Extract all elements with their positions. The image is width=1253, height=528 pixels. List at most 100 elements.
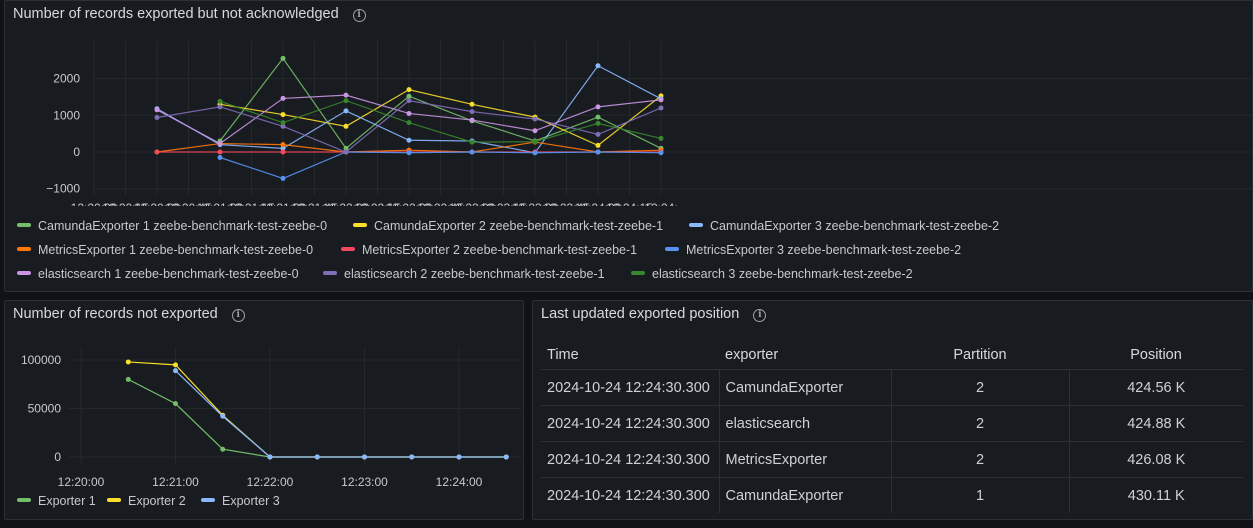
data-point <box>406 87 412 93</box>
legend-swatch <box>17 271 31 275</box>
panel-last-exported-position: Last updated exported position i Time exp… <box>532 300 1253 520</box>
data-point <box>595 63 601 69</box>
data-point <box>532 116 538 122</box>
legend-item[interactable]: MetricsExporter 2 zeebe-benchmark-test-z… <box>341 243 637 257</box>
data-point <box>456 454 462 460</box>
data-point <box>343 98 349 104</box>
legend-item[interactable]: Exporter 3 <box>201 494 280 508</box>
cell-exporter: CamundaExporter <box>718 477 891 513</box>
data-point <box>343 108 349 114</box>
y-tick-label: 1000 <box>53 108 80 122</box>
x-tick-label: 12:24: <box>644 201 677 206</box>
cell-partition: 2 <box>890 405 1069 442</box>
legend-swatch <box>323 271 337 275</box>
data-point <box>595 149 601 155</box>
y-tick-label: −1000 <box>46 182 80 196</box>
records-not-exported-chart: 12:20:00 12:21:00 12:22:00 12:23:00 12:24:00… <box>21 347 521 489</box>
legend-swatch <box>107 498 121 502</box>
legend-item[interactable]: Exporter 1 <box>17 494 96 508</box>
x-tick-label: 12:22:00 <box>247 475 294 489</box>
cell-time: 2024-10-24 12:24:30.300 <box>541 369 719 406</box>
legend-label: elasticsearch 2 zeebe-benchmark-test-zee… <box>344 267 605 281</box>
legend-swatch <box>631 271 645 275</box>
cell-exporter: MetricsExporter <box>718 441 891 478</box>
data-point <box>154 107 160 113</box>
data-point <box>280 175 286 181</box>
legend-label: elasticsearch 3 zeebe-benchmark-test-zee… <box>652 267 913 281</box>
legend-label: Exporter 1 <box>38 494 96 508</box>
legend-label: MetricsExporter 2 zeebe-benchmark-test-z… <box>362 243 638 257</box>
legend-item[interactable]: CamundaExporter 3 zeebe-benchmark-test-z… <box>689 219 999 233</box>
data-point <box>595 120 601 126</box>
data-point <box>503 454 509 460</box>
data-point <box>154 115 160 121</box>
data-point <box>280 142 286 148</box>
legend-item[interactable]: Exporter 2 <box>107 494 186 508</box>
data-point <box>658 97 664 103</box>
legend-item[interactable]: elasticsearch 3 zeebe-benchmark-test-zee… <box>631 267 913 281</box>
series-line <box>127 378 507 458</box>
data-point <box>595 104 601 110</box>
y-tick-label: 2000 <box>53 72 80 86</box>
data-point <box>220 446 226 452</box>
panel-records-not-exported: Number of records not exported i 12:20:00… <box>4 300 524 520</box>
legend-label: Exporter 2 <box>128 494 186 508</box>
cell-position: 430.11 K <box>1068 477 1243 513</box>
data-point <box>217 141 223 147</box>
data-point <box>173 401 178 407</box>
data-point <box>595 142 601 148</box>
data-point <box>220 413 226 419</box>
cell-exporter: elasticsearch <box>718 405 891 442</box>
legend-item[interactable]: CamundaExporter 1 zeebe-benchmark-test-z… <box>17 219 327 233</box>
cell-partition: 2 <box>890 441 1069 478</box>
column-header-exporter[interactable]: exporter <box>719 341 891 370</box>
data-point <box>280 120 286 126</box>
data-point <box>362 454 367 460</box>
panel-exported-not-acknowledged: Number of records exported but not ackno… <box>4 0 1253 292</box>
y-tick-label: 100000 <box>21 353 61 367</box>
cell-partition: 1 <box>890 477 1069 513</box>
legend-item[interactable]: elasticsearch 2 zeebe-benchmark-test-zee… <box>323 267 605 281</box>
data-point <box>406 93 412 99</box>
data-point <box>406 150 412 156</box>
data-point <box>469 101 475 107</box>
cell-position: 426.08 K <box>1068 441 1243 478</box>
data-point <box>406 120 412 126</box>
data-point <box>469 117 475 123</box>
legend-item[interactable]: MetricsExporter 1 zeebe-benchmark-test-z… <box>17 243 313 257</box>
legend-item[interactable]: MetricsExporter 3 zeebe-benchmark-test-z… <box>665 243 961 257</box>
data-point <box>409 454 415 460</box>
legend-item[interactable]: CamundaExporter 2 zeebe-benchmark-test-z… <box>353 219 663 233</box>
data-point <box>343 123 349 129</box>
info-icon[interactable]: i <box>753 309 767 322</box>
data-point <box>217 104 223 110</box>
legend-swatch <box>17 498 31 502</box>
table-row: 2024-10-24 12:24:30.300 CamundaExporter … <box>541 477 1243 513</box>
legend-swatch <box>17 223 31 227</box>
data-point <box>658 105 664 111</box>
data-point <box>595 114 601 120</box>
data-point <box>217 155 223 161</box>
cell-time: 2024-10-24 12:24:30.300 <box>541 477 719 513</box>
legend-swatch <box>665 247 679 251</box>
column-header-position[interactable]: Position <box>1069 341 1243 370</box>
data-point <box>280 95 286 101</box>
cell-exporter: CamundaExporter <box>718 369 891 406</box>
legend-swatch <box>17 247 31 251</box>
data-point <box>280 112 286 118</box>
legend-swatch <box>341 247 355 251</box>
legend-swatch <box>353 223 367 227</box>
legend-swatch <box>689 223 703 227</box>
cell-position: 424.56 K <box>1068 369 1243 406</box>
legend-item[interactable]: elasticsearch 1 zeebe-benchmark-test-zee… <box>17 267 299 281</box>
data-point <box>217 98 223 104</box>
column-header-partition[interactable]: Partition <box>891 341 1069 370</box>
panel-title: Last updated exported position i <box>541 306 767 322</box>
data-point <box>469 149 475 155</box>
data-point <box>469 139 475 145</box>
data-point <box>406 137 412 143</box>
legend-label: CamundaExporter 3 zeebe-benchmark-test-z… <box>710 219 1000 233</box>
data-point <box>280 55 286 61</box>
data-point <box>532 150 538 156</box>
column-header-time[interactable]: Time <box>541 341 719 370</box>
